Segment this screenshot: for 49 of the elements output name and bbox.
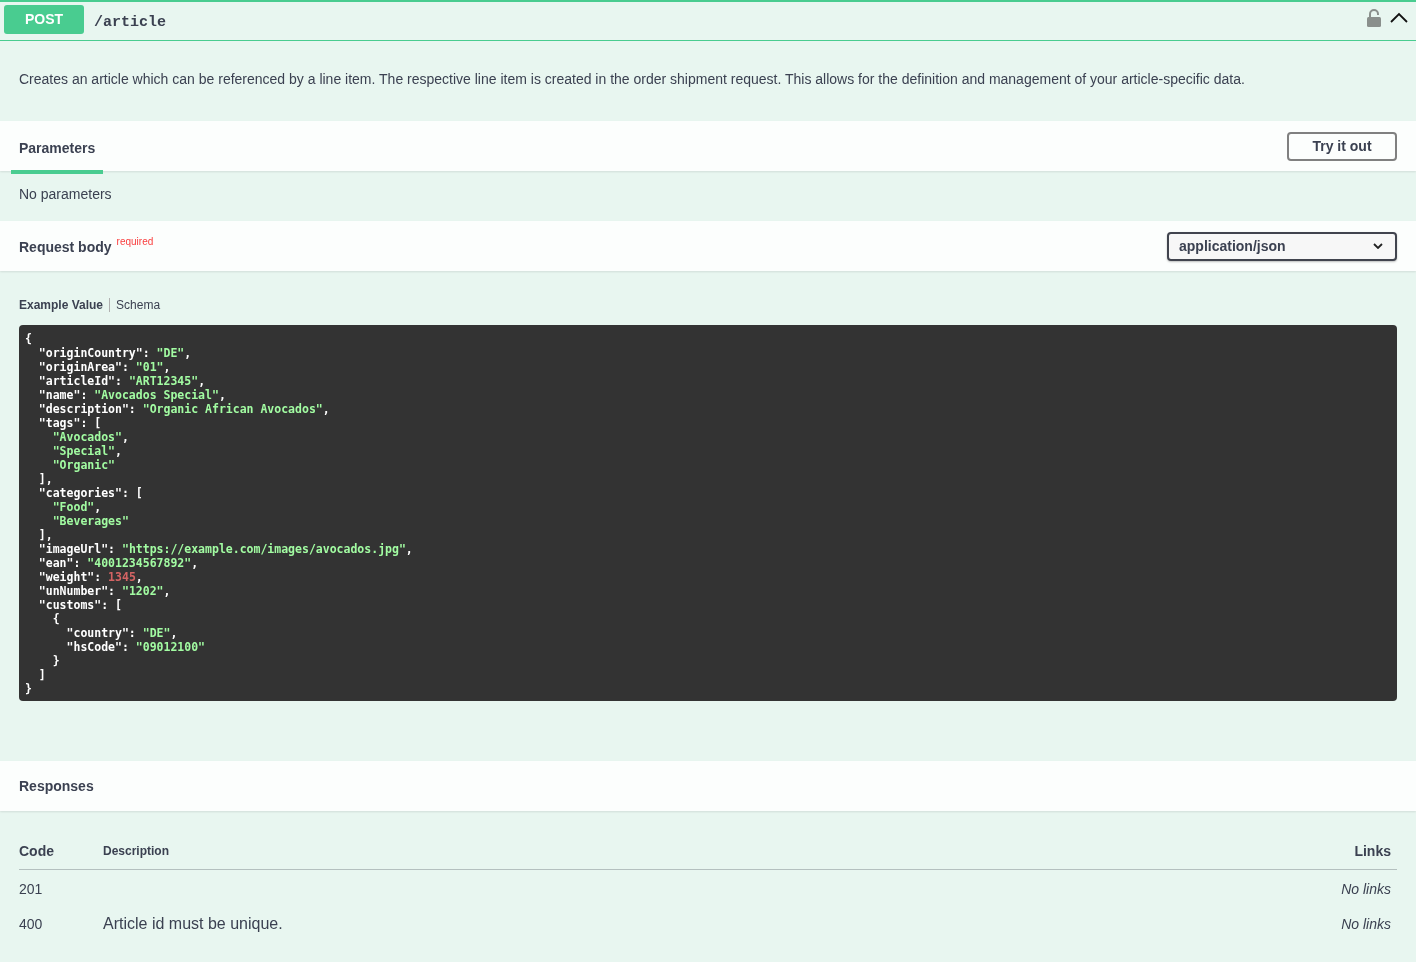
code-line: "ean": "4001234567892",	[37, 556, 199, 570]
method-badge: POST	[4, 4, 84, 34]
code-line: "originCountry": "DE",	[37, 346, 192, 360]
code-line: "Organic"	[51, 458, 115, 472]
required-label: required	[116, 236, 154, 247]
response-code: 400	[19, 916, 43, 932]
chevron-down-icon	[1373, 243, 1383, 249]
code-line: "hsCode": "09012100"	[65, 640, 206, 654]
code-line: "tags": [	[37, 416, 102, 430]
lock-icon[interactable]	[1367, 9, 1381, 27]
code-line: "customs": [	[37, 598, 122, 612]
section-title: Request body	[19, 239, 112, 255]
code-line: ],	[37, 472, 53, 486]
code-line: "description": "Organic African Avocados",	[37, 402, 330, 416]
description-text: Creates an article which can be referenced by a line item. The respective line item is created in the order shipment request. This allows for the definition and management of your article-specific data.	[19, 70, 1246, 88]
code-line: "Avocados",	[51, 430, 129, 444]
response-code: 201	[19, 881, 43, 897]
chevron-up-icon[interactable]	[1390, 11, 1408, 23]
code-line: {	[25, 332, 32, 346]
view-tab[interactable]: Example Value	[19, 298, 110, 312]
code-line: {	[51, 612, 60, 626]
code-line: "articleId": "ART12345",	[37, 374, 206, 388]
section-tab[interactable]: Parameters	[11, 122, 104, 174]
column-header: Code	[19, 843, 54, 859]
code-line: "country": "DE",	[65, 626, 178, 640]
code-line: ]	[37, 668, 46, 682]
no-parameters-text: No parameters	[18, 185, 113, 204]
code-line: "Special",	[51, 444, 122, 458]
code-line: "unNumber": "1202",	[37, 584, 171, 598]
code-line: "Beverages"	[51, 514, 129, 528]
code-line: "categories": [	[37, 486, 143, 500]
column-header: Description	[103, 844, 169, 858]
code-line: "originArea": "01",	[37, 360, 171, 374]
code-line: "name": "Avocados Special",	[37, 388, 226, 402]
code-line: }	[25, 682, 32, 696]
try-it-out-button[interactable]: Try it out	[1287, 131, 1397, 161]
section-title: Responses	[19, 778, 94, 794]
code-line: "Food",	[51, 500, 102, 514]
view-tab[interactable]: Schema	[109, 298, 167, 312]
column-header: Links	[1354, 843, 1391, 859]
content-type-select[interactable]: application/json	[1167, 231, 1397, 261]
response-links: No links	[1341, 881, 1391, 897]
endpoint-path: /article	[94, 13, 167, 31]
response-links: No links	[1341, 916, 1391, 932]
response-description: Article id must be unique.	[103, 915, 283, 932]
code-line: }	[51, 654, 60, 668]
code-line: "weight": 1345,	[37, 570, 143, 584]
code-line: "imageUrl": "https://example.com/images/avocados.jpg",	[37, 542, 413, 556]
code-line: ],	[37, 528, 53, 542]
